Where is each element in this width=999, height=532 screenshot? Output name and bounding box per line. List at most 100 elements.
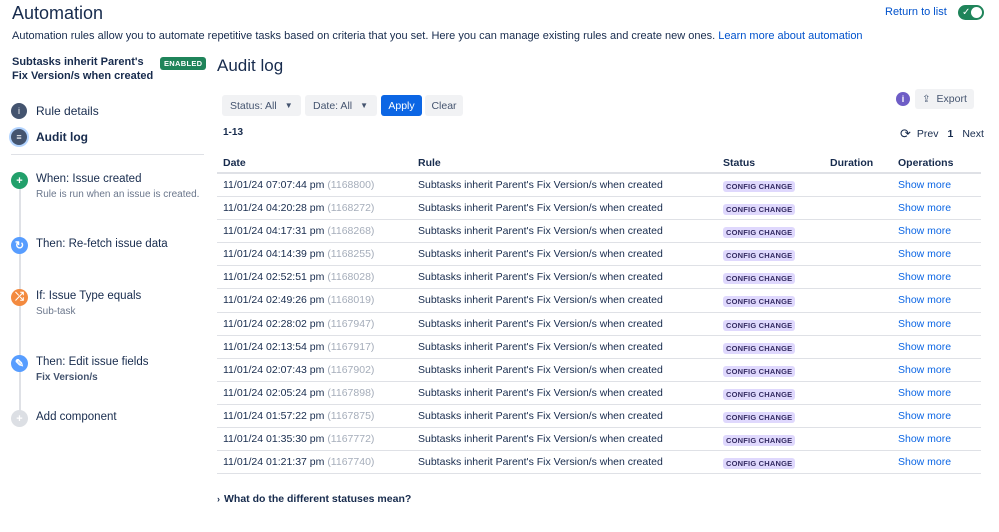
table-row: 11/01/24 02:52:51 pm (1168028) Subtasks i… [217,266,981,290]
execution-id: (1167875) [327,409,375,422]
show-more-link[interactable]: Show more [898,202,951,214]
current-page: 1 [947,128,954,140]
date-filter-label: Date: All [313,99,353,112]
show-more-link[interactable]: Show more [898,387,951,399]
date-value: 11/01/24 02:49:26 pm [223,294,325,307]
status-cell: CONFIG CHANGE [723,226,796,239]
execution-id: (1167902) [327,363,375,376]
date-cell: 11/01/24 01:21:37 pm (1167740) [223,456,374,468]
flow-step-subtitle: Sub-task [36,306,76,317]
apply-button[interactable]: Apply [381,95,422,116]
table-row: 11/01/24 02:13:54 pm (1167917) Subtasks i… [217,336,981,359]
show-more-link[interactable]: Show more [898,456,951,468]
rule-name: Subtasks inherit Parent's Fix Version/s … [12,56,154,82]
rule-cell: Subtasks inherit Parent's Fix Version/s … [418,456,663,469]
info-icon[interactable]: i [896,92,910,106]
date-cell: 11/01/24 02:52:51 pm (1168028) [223,271,374,283]
table-row: 11/01/24 04:20:28 pm (1168272) Subtasks i… [217,197,981,221]
status-cell: CONFIG CHANGE [723,203,796,216]
status-badge: CONFIG CHANGE [723,181,796,192]
prev-page-button[interactable]: Prev [917,128,939,140]
nav-label: Audit log [36,130,88,144]
show-more-link[interactable]: Show more [898,341,951,353]
date-value: 11/01/24 01:57:22 pm [223,409,325,422]
date-cell: 11/01/24 02:13:54 pm (1167917) [223,341,374,353]
show-more-link[interactable]: Show more [898,433,951,445]
column-header-status[interactable]: Status [723,157,755,169]
column-header-date[interactable]: Date [223,157,246,169]
rule-cell: Subtasks inherit Parent's Fix Version/s … [418,202,663,215]
date-value: 11/01/24 02:52:51 pm [223,271,325,284]
execution-id: (1167772) [327,433,375,446]
status-cell: CONFIG CHANGE [723,295,796,308]
status-filter-dropdown[interactable]: Status: All ▼ [222,95,301,116]
rule-cell: Subtasks inherit Parent's Fix Version/s … [418,179,663,191]
flow-step-title: If: Issue Type equals [36,290,142,302]
execution-id: (1167917) [327,340,375,353]
show-more-link[interactable]: Show more [898,248,951,260]
upload-icon: ⇪ [922,93,931,105]
table-body: 11/01/24 07:07:44 pm (1168800) Subtasks i… [217,174,981,475]
status-cell: CONFIG CHANGE [723,411,796,423]
page-title: Automation [12,3,104,23]
status-badge: CONFIG CHANGE [723,296,796,308]
toggle-knob [971,7,982,18]
clear-button[interactable]: Clear [425,95,463,116]
rule-cell: Subtasks inherit Parent's Fix Version/s … [418,225,663,238]
audit-log-title: Audit log [217,56,284,75]
refresh-icon[interactable]: ⟳ [900,126,911,142]
nav-rule-details[interactable]: i Rule details [11,102,206,120]
status-badge: CONFIG CHANGE [723,227,796,239]
pencil-icon: ✎ [11,355,28,372]
nav-audit-log[interactable]: ≡ Audit log [11,128,206,146]
show-more-link[interactable]: Show more [898,410,951,422]
execution-id: (1168272) [327,202,375,215]
export-button[interactable]: ⇪ Export [915,89,974,109]
status-cell: CONFIG CHANGE [723,342,796,354]
status-badge: CONFIG CHANGE [723,458,796,470]
status-badge: ENABLED [160,57,207,70]
show-more-link[interactable]: Show more [898,179,951,191]
status-badge: CONFIG CHANGE [723,273,796,285]
execution-id: (1167740) [327,456,375,469]
date-value: 11/01/24 04:14:39 pm [223,248,325,261]
rule-cell: Subtasks inherit Parent's Fix Version/s … [418,248,663,261]
show-more-link[interactable]: Show more [898,225,951,237]
status-filter-label: Status: All [230,99,277,112]
learn-more-link[interactable]: Learn more about automation [718,30,862,42]
status-cell: CONFIG CHANGE [723,249,796,262]
audit-log-table: Date Rule Status Duration Operations 11/… [217,155,981,475]
status-badge: CONFIG CHANGE [723,411,796,423]
show-more-link[interactable]: Show more [898,318,951,330]
table-row: 11/01/24 01:21:37 pm (1167740) Subtasks i… [217,451,981,475]
status-badge: CONFIG CHANGE [723,250,796,262]
flow-step-subtitle: Rule is run when an issue is created. [36,189,200,200]
next-page-button[interactable]: Next [962,128,984,140]
rule-cell: Subtasks inherit Parent's Fix Version/s … [418,271,663,284]
date-cell: 11/01/24 02:28:02 pm (1167947) [223,318,374,330]
execution-id: (1168268) [327,225,375,238]
date-filter-dropdown[interactable]: Date: All ▼ [305,95,377,116]
show-more-link[interactable]: Show more [898,364,951,376]
column-header-rule[interactable]: Rule [418,157,441,169]
rule-cell: Subtasks inherit Parent's Fix Version/s … [418,340,663,353]
execution-id: (1168800) [327,179,375,191]
rule-enabled-toggle[interactable]: ✓ [958,5,984,20]
date-cell: 11/01/24 02:07:43 pm (1167902) [223,364,374,376]
show-more-link[interactable]: Show more [898,294,951,306]
nav-label: Rule details [36,104,99,118]
status-help-expander[interactable]: › What do the different statuses mean? [217,493,411,505]
table-row: 11/01/24 02:05:24 pm (1167898) Subtasks i… [217,382,981,405]
rule-cell: Subtasks inherit Parent's Fix Version/s … [418,409,663,422]
column-header-duration[interactable]: Duration [830,157,873,169]
flow-step-title: Then: Re-fetch issue data [36,238,168,250]
return-to-list-link[interactable]: Return to list [885,6,947,18]
status-badge: CONFIG CHANGE [723,365,796,377]
status-cell: CONFIG CHANGE [723,434,796,447]
show-more-link[interactable]: Show more [898,271,951,283]
chevron-down-icon: ▼ [360,101,369,110]
result-range: 1-13 [223,127,244,138]
date-cell: 11/01/24 04:17:31 pm (1168268) [223,225,374,237]
table-row: 11/01/24 01:57:22 pm (1167875) Subtasks i… [217,405,981,429]
execution-id: (1168019) [327,294,375,307]
